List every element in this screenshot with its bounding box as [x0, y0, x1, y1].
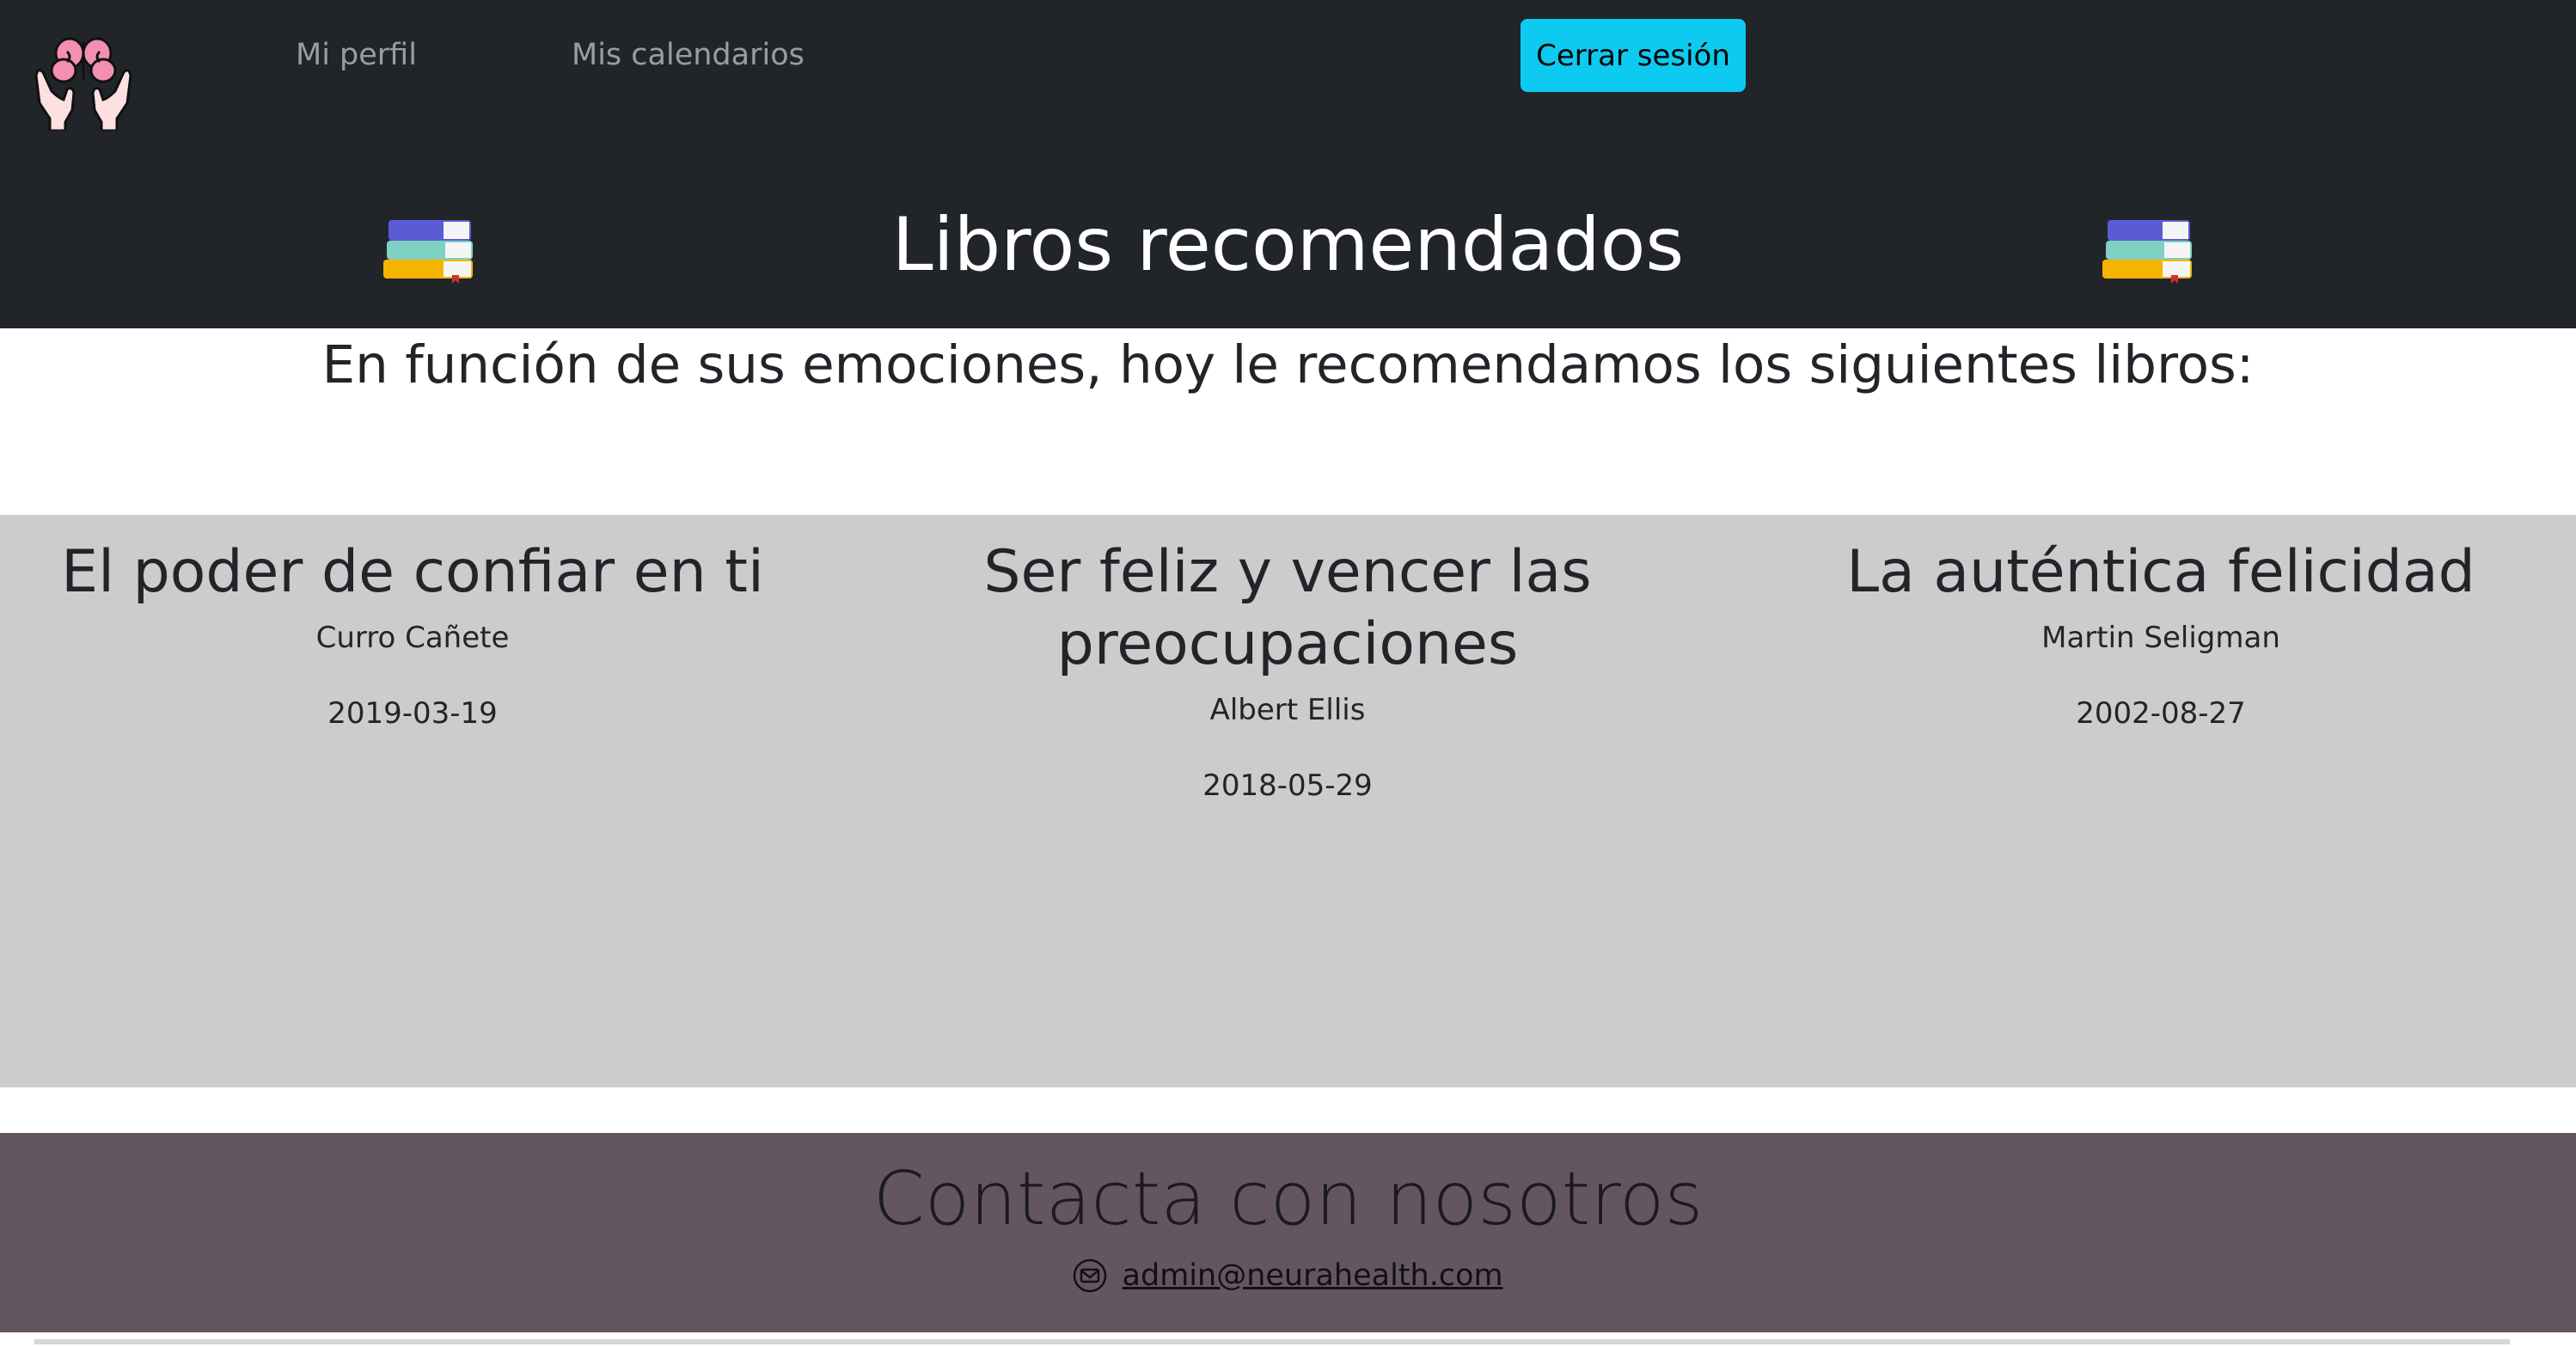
book-title: El poder de confiar en ti — [61, 538, 764, 606]
book-card: El poder de confiar en ti Curro Cañete 2… — [26, 536, 799, 732]
book-author: Albert Ellis — [1209, 693, 1366, 727]
book-date: 2019-03-19 — [327, 696, 498, 731]
books-list: El poder de confiar en ti Curro Cañete 2… — [0, 515, 2576, 1087]
intro-text: En función de sus emociones, hoy le reco… — [321, 334, 2255, 395]
logout-button[interactable]: Cerrar sesión — [1521, 19, 1746, 92]
envelope-icon — [1074, 1258, 1107, 1293]
book-author: Martin Seligman — [2041, 621, 2280, 655]
book-title: La auténtica felicidad — [1846, 538, 2475, 606]
brain-in-hands-icon[interactable] — [33, 33, 134, 131]
horizontal-scrollbar[interactable] — [34, 1339, 2510, 1344]
books-stack-icon — [2102, 220, 2192, 284]
footer-title: Contacta con nosotros — [872, 1156, 1704, 1242]
book-card: Ser feliz y vencer las preocupaciones Al… — [901, 536, 1674, 805]
top-header: Mi perfil Mis calendarios Cerrar sesión … — [0, 0, 2576, 328]
footer: Contacta con nosotros admin@neurahealth.… — [0, 1133, 2576, 1332]
book-date: 2002-08-27 — [2076, 696, 2246, 731]
nav-link-mis-calendarios[interactable]: Mis calendarios — [572, 38, 805, 72]
book-date: 2018-05-29 — [1202, 768, 1373, 803]
book-author: Curro Cañete — [315, 621, 510, 655]
nav-link-mi-perfil[interactable]: Mi perfil — [296, 38, 417, 72]
book-title: Ser feliz y vencer las preocupaciones — [983, 538, 1592, 678]
book-card: La auténtica felicidad Martin Seligman 2… — [1774, 536, 2548, 732]
contact-email-link[interactable]: admin@neurahealth.com — [1123, 1258, 1503, 1293]
footer-contact: admin@neurahealth.com — [0, 1253, 2576, 1297]
